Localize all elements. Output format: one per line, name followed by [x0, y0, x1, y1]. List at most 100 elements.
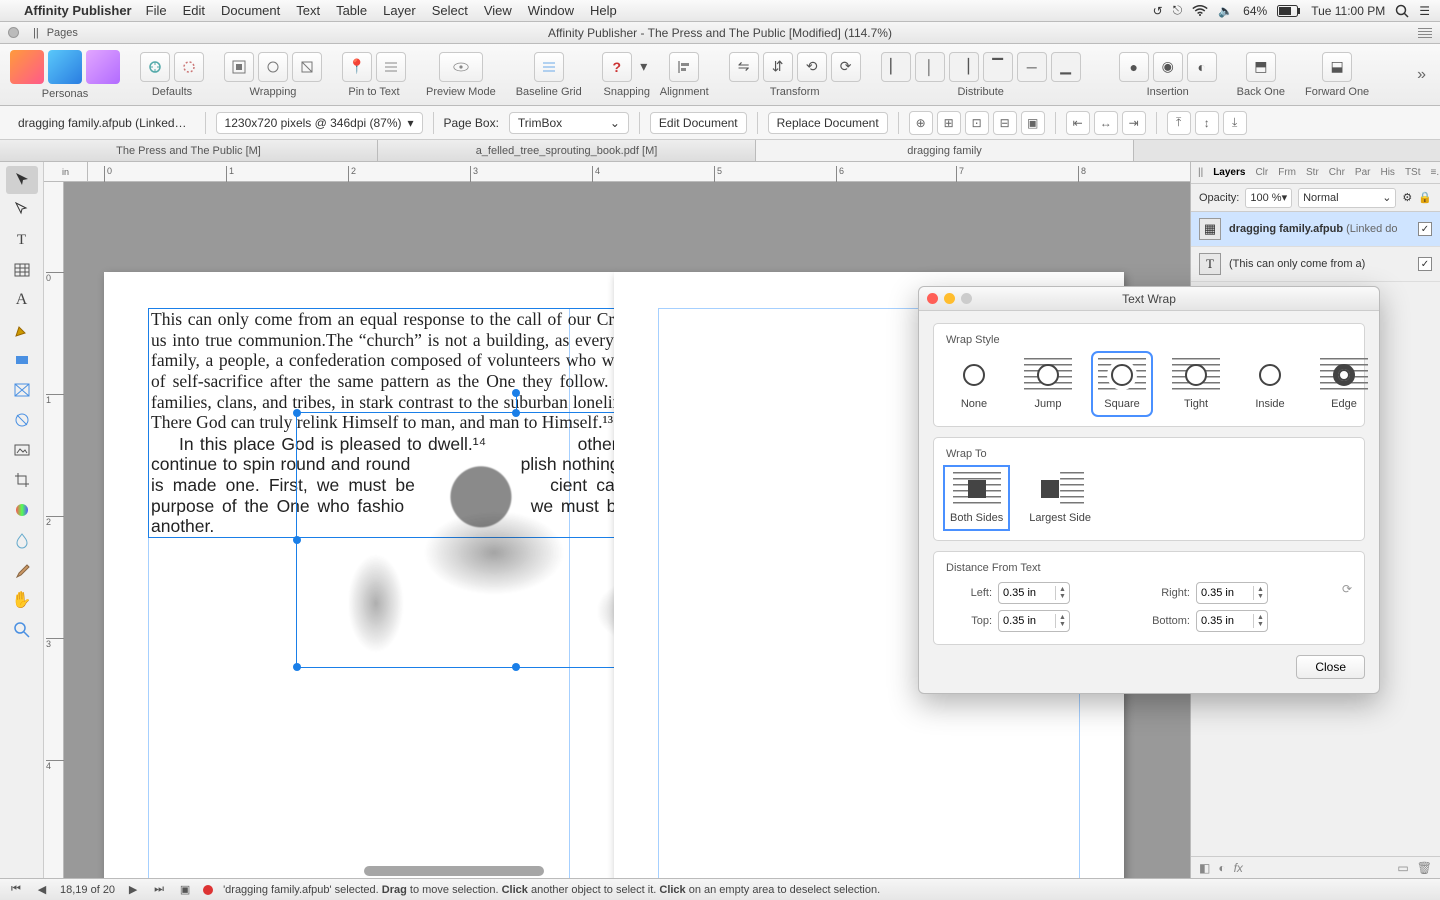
panel-close-icon[interactable] — [927, 293, 938, 304]
valign-mid-button[interactable]: ↕ — [1195, 111, 1219, 135]
app-name[interactable]: Affinity Publisher — [24, 3, 132, 18]
panes-label[interactable]: Pages — [47, 27, 78, 39]
menu-edit[interactable]: Edit — [183, 3, 205, 18]
pin-float-button[interactable] — [376, 52, 406, 82]
studio-tab-paragraph[interactable]: Par — [1352, 167, 1374, 178]
layer-delete-icon[interactable]: 🗑 — [1417, 861, 1432, 875]
persona-designer-button[interactable] — [48, 50, 82, 84]
rectangle-tool[interactable] — [6, 346, 38, 374]
wrap-outline-button[interactable] — [258, 52, 288, 82]
fit-original-button[interactable]: ⊕ — [909, 111, 933, 135]
doctab-1[interactable]: The Press and The Public [M] — [0, 140, 378, 161]
prev-spread-button[interactable]: ◀ — [34, 883, 50, 896]
resize-handle-bl[interactable] — [293, 663, 301, 671]
studio-tab-history[interactable]: His — [1377, 167, 1397, 178]
dist-top-stepper[interactable]: ▲▼ — [998, 610, 1070, 632]
page-left[interactable]: This can only come from an equal respons… — [104, 272, 614, 878]
view-hand-tool[interactable]: ✋ — [6, 586, 38, 614]
blend-mode-select[interactable]: Normal⌄ — [1298, 188, 1396, 208]
ellipse-frame-tool[interactable] — [6, 406, 38, 434]
menu-file[interactable]: File — [146, 3, 167, 18]
layer-add-icon[interactable]: ▭ — [1397, 861, 1408, 875]
menu-window[interactable]: Window — [528, 3, 574, 18]
pen-tool[interactable] — [6, 316, 38, 344]
layer-settings-icon[interactable]: ⚙ — [1402, 191, 1412, 204]
ruler-units[interactable]: in — [44, 162, 88, 182]
ruler-horizontal[interactable]: 012345678 — [64, 162, 1190, 182]
wrap-style-square[interactable]: Square — [1094, 354, 1150, 414]
dist-right-stepper[interactable]: ▲▼ — [1196, 582, 1268, 604]
place-image-tool[interactable] — [6, 436, 38, 464]
zoom-tool[interactable] — [6, 616, 38, 644]
studio-tab-more-icon[interactable]: ≡. — [1428, 167, 1440, 178]
dist-bottom-input[interactable] — [1197, 615, 1253, 627]
align-right-button[interactable]: ▕ — [949, 52, 979, 82]
artistic-text-tool[interactable]: A — [6, 286, 38, 314]
persona-publisher-button[interactable] — [10, 50, 44, 84]
anchor-center-button[interactable]: ↔ — [1094, 111, 1118, 135]
baseline-grid-button[interactable] — [534, 52, 564, 82]
doctab-2[interactable]: a_felled_tree_sprouting_book.pdf [M] — [378, 140, 756, 161]
insert-inside-button[interactable]: ◐ — [1187, 52, 1217, 82]
insert-behind-button[interactable]: ● — [1119, 52, 1149, 82]
layer-visibility-checkbox[interactable]: ✓ — [1418, 257, 1432, 271]
forward-one-button[interactable]: ⬓ — [1322, 52, 1352, 82]
frame-text-tool[interactable]: T — [6, 226, 38, 254]
fit-none-button[interactable]: ▣ — [1021, 111, 1045, 135]
studio-tab-textstyles[interactable]: TSt — [1402, 167, 1424, 178]
resize-handle-bm[interactable] — [512, 663, 520, 671]
page-indicator[interactable]: 18,19 of 20 — [60, 884, 115, 896]
wrap-to-both[interactable]: Both Sides — [946, 468, 1007, 528]
window-close-icon[interactable] — [8, 27, 19, 38]
battery-icon[interactable] — [1277, 5, 1301, 17]
wrap-style-none[interactable]: None — [946, 354, 1002, 414]
menu-document[interactable]: Document — [221, 3, 280, 18]
studio-tab-stroke[interactable]: Str — [1303, 167, 1322, 178]
layer-lock-icon[interactable]: 🔒 — [1418, 191, 1432, 204]
fill-tool[interactable] — [6, 496, 38, 524]
textwrap-close-button[interactable]: Close — [1296, 655, 1365, 679]
menu-select[interactable]: Select — [432, 3, 468, 18]
align-left-button[interactable]: ▏ — [881, 52, 911, 82]
valign-top-button[interactable]: ⤒ — [1167, 111, 1191, 135]
rotate-handle[interactable] — [512, 389, 520, 397]
layer-row-image[interactable]: ▦ dragging family.afpub (Linked do ✓ — [1191, 212, 1440, 247]
rotate-cw-button[interactable]: ⟳ — [831, 52, 861, 82]
fit-stretch-button[interactable]: ⊞ — [937, 111, 961, 135]
edit-document-button[interactable]: Edit Document — [650, 112, 747, 134]
preflight-warning-icon[interactable] — [203, 885, 213, 895]
wrap-settings-button[interactable] — [224, 52, 254, 82]
anchor-right-button[interactable]: ⇥ — [1122, 111, 1146, 135]
last-spread-button[interactable]: ⏭ — [151, 883, 167, 896]
dist-top-input[interactable] — [999, 615, 1055, 627]
rotate-ccw-button[interactable]: ⟲ — [797, 52, 827, 82]
studio-tab-character[interactable]: Chr — [1326, 167, 1348, 178]
wrap-to-largest[interactable]: Largest Side — [1025, 468, 1095, 528]
spotlight-icon[interactable] — [1395, 4, 1409, 18]
color-picker-tool[interactable] — [6, 556, 38, 584]
wrap-style-inside[interactable]: Inside — [1242, 354, 1298, 414]
valign-bottom-button[interactable]: ⤓ — [1223, 111, 1247, 135]
studio-tab-color[interactable]: Clr — [1252, 167, 1271, 178]
clock[interactable]: Tue 11:00 PM — [1311, 4, 1385, 18]
back-one-button[interactable]: ⬒ — [1246, 52, 1276, 82]
snapping-dropdown-icon[interactable]: ▾ — [636, 52, 652, 82]
insert-front-button[interactable]: ◉ — [1153, 52, 1183, 82]
dist-bottom-stepper[interactable]: ▲▼ — [1196, 610, 1268, 632]
dist-right-input[interactable] — [1197, 587, 1253, 599]
menu-view[interactable]: View — [484, 3, 512, 18]
panel-minimize-icon[interactable] — [944, 293, 955, 304]
resize-handle-ml[interactable] — [293, 536, 301, 544]
defaults-sync-button[interactable] — [140, 52, 170, 82]
align-hcenter-button[interactable]: │ — [915, 52, 945, 82]
fit-min-button[interactable]: ⊟ — [993, 111, 1017, 135]
bluetooth-icon[interactable]: ⎋ — [1173, 3, 1183, 18]
next-spread-button[interactable]: ▶ — [125, 883, 141, 896]
text-wrap-panel[interactable]: Text Wrap Wrap Style None Jump Square Ti… — [918, 286, 1380, 694]
menu-text[interactable]: Text — [296, 3, 320, 18]
studio-tab-toggle[interactable]: || — [1195, 167, 1206, 178]
flip-horizontal-button[interactable]: ⇋ — [729, 52, 759, 82]
layer-row-text[interactable]: T (This can only come from a) ✓ — [1191, 247, 1440, 282]
fit-max-button[interactable]: ⊡ — [965, 111, 989, 135]
wrap-style-tight[interactable]: Tight — [1168, 354, 1224, 414]
